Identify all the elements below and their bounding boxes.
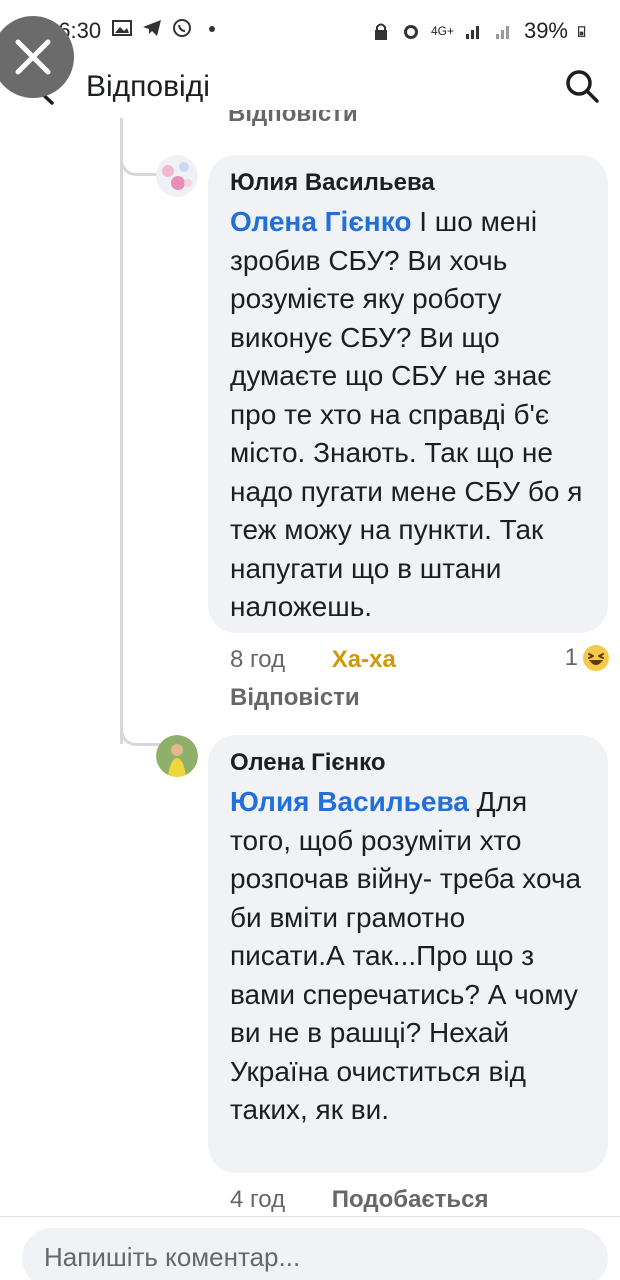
comment-text: Юлия Васильева Для того, щоб розуміти хт… (230, 783, 586, 1130)
battery-percent: 39% (523, 18, 568, 43)
mention-link[interactable]: Олена Гієнко (230, 206, 411, 237)
thread-branch (120, 150, 160, 176)
comment-time: 4 год (230, 1186, 286, 1213)
network-type: 4G+ (430, 24, 454, 38)
comment-text: Олена Гієнко І шо мені зробив СБУ? Ви хо… (230, 203, 586, 627)
alarm-icon (403, 25, 418, 39)
status-bar: 16:30 4G+ 39% (0, 0, 620, 62)
thread-branch (120, 720, 160, 746)
system-status: 4G+ 39% (371, 18, 590, 44)
comment-author[interactable]: Юлия Васильева (230, 169, 586, 197)
comment-bubble[interactable]: Юлия Васильева Олена Гієнко І шо мені зр… (208, 155, 608, 633)
avatar[interactable] (156, 155, 198, 197)
composer-divider (0, 1216, 620, 1217)
comment-meta: 8 год Ха-ха (230, 646, 396, 674)
close-overlay-button[interactable] (0, 16, 74, 98)
comment-bubble[interactable]: Олена Гієнко Юлия Васильева Для того, що… (208, 735, 608, 1173)
signal-2-icon (495, 26, 509, 39)
avatar-image (156, 155, 198, 197)
laughing-emoji-icon (583, 645, 609, 671)
telegram-icon (143, 20, 161, 36)
comment-meta: 4 год Подобається (230, 1186, 489, 1214)
reaction-button[interactable]: Ха-ха (332, 646, 396, 673)
thread-line (120, 118, 123, 744)
viber-icon (173, 19, 191, 37)
avatar[interactable] (156, 735, 198, 777)
reaction-summary[interactable]: 1 (565, 644, 610, 672)
signal-icon (465, 26, 479, 39)
close-icon (15, 39, 51, 75)
dot-icon (209, 26, 215, 32)
like-button[interactable]: Подобається (332, 1186, 489, 1213)
comment-time: 8 год (230, 646, 286, 673)
gallery-icon (112, 20, 132, 36)
reaction-count: 1 (564, 644, 578, 671)
mention-link[interactable]: Юлия Васильева (230, 786, 469, 817)
comment-input[interactable] (44, 1240, 564, 1274)
search-icon[interactable] (564, 68, 600, 104)
comment-composer[interactable] (22, 1228, 608, 1280)
reply-button[interactable]: Відповісти (230, 684, 360, 712)
lock-icon (374, 23, 387, 40)
comment-body: І шо мені зробив СБУ? Ви хочь розумієте … (230, 206, 583, 622)
previous-reply-link[interactable]: Відповісти (228, 110, 358, 126)
notification-icons (112, 18, 222, 38)
battery-icon (578, 26, 586, 37)
comment-body: Для того, щоб розуміти хто розпочав війн… (230, 786, 582, 1125)
avatar-image (156, 735, 198, 777)
page-title: Відповіді (86, 70, 210, 103)
comment-author[interactable]: Олена Гієнко (230, 749, 586, 777)
